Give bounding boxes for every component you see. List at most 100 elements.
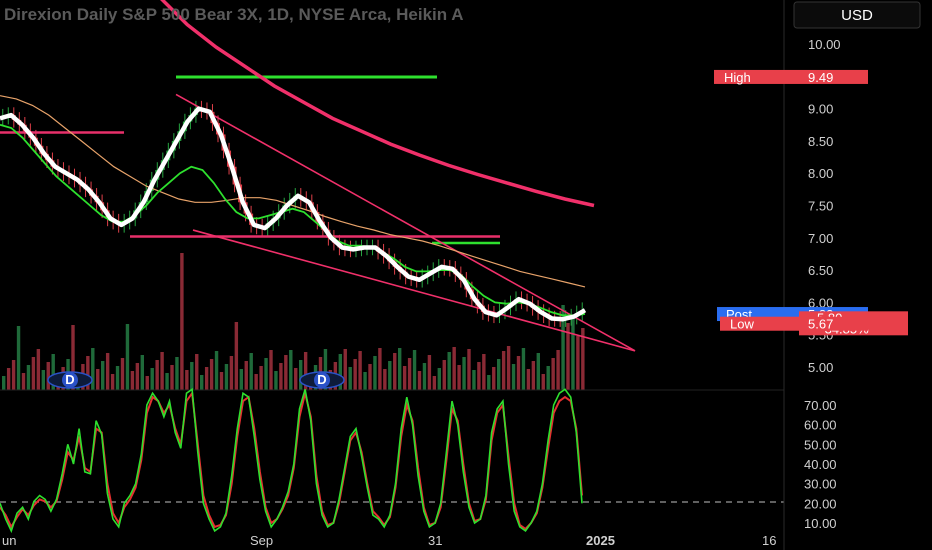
time-tick-label: 31 <box>428 533 442 548</box>
volume-bar <box>551 358 555 390</box>
time-tick-label: 2025 <box>586 533 615 548</box>
volume-bar <box>145 376 149 390</box>
volume-bar <box>398 348 402 390</box>
volume-bar <box>170 365 174 390</box>
volume-bar <box>526 369 531 390</box>
volume-bar <box>353 359 357 390</box>
volume-bar <box>180 253 184 390</box>
volume-bar <box>417 371 422 390</box>
volume-bar <box>130 371 135 390</box>
price-tick-label: 8.50 <box>808 134 833 149</box>
currency-label: USD <box>841 7 873 24</box>
stoch-tick-label: 40.00 <box>804 457 837 472</box>
volume-bar <box>368 364 372 390</box>
volume-bar <box>452 347 456 390</box>
dividend-marker-label: D <box>65 372 74 387</box>
volume-bar <box>407 358 412 390</box>
volume-bar <box>155 360 159 390</box>
volume-bar <box>185 370 189 390</box>
volume-bar <box>447 352 451 390</box>
volume-bar <box>412 350 417 390</box>
volume-bar <box>506 346 511 390</box>
volume-bar <box>477 362 481 390</box>
volume-bar <box>224 364 229 390</box>
volume-bar <box>204 367 209 390</box>
volume-bar <box>26 365 31 390</box>
volume-bar <box>274 371 278 390</box>
chart: DD 10.009.509.008.508.007.507.006.506.00… <box>0 0 932 550</box>
volume-bar <box>254 374 258 390</box>
time-tick-label: Sep <box>250 533 273 548</box>
volume-bar <box>21 373 26 390</box>
volume-bar <box>125 324 130 390</box>
chart-title: Direxion Daily S&P 500 Bear 3X, 1D, NYSE… <box>4 5 464 24</box>
volume-bar <box>437 368 441 390</box>
stoch-axis: 70.00 60.00 50.00 40.00 30.00 20.00 10.00 <box>804 398 837 531</box>
volume-bar <box>383 369 387 390</box>
volume-bar <box>497 359 501 390</box>
price-tick-label: 7.50 <box>808 199 833 214</box>
volume-bar <box>200 375 204 390</box>
volume-bar <box>175 357 179 390</box>
high-badge-label: High <box>724 70 751 85</box>
currency-button[interactable]: USD <box>793 1 921 29</box>
price-tick-label: 8.00 <box>808 166 833 181</box>
volume-bar <box>259 366 263 390</box>
volume-bar <box>269 350 273 390</box>
price-tick-label: 6.50 <box>808 263 833 278</box>
volume-bar <box>244 361 248 390</box>
volume-bar <box>96 369 100 390</box>
volume-bar <box>150 368 154 390</box>
volume-bar <box>31 357 36 390</box>
dividend-marker-label: D <box>317 372 326 387</box>
volume-bar <box>229 356 234 390</box>
volume-bar <box>234 322 239 390</box>
volume-bar <box>402 366 407 390</box>
volume-bar <box>190 362 194 390</box>
stoch-tick-label: 70.00 <box>804 398 837 413</box>
volume-bar <box>378 348 382 390</box>
price-tick-label: 7.00 <box>808 231 833 246</box>
volume-bar <box>516 356 521 390</box>
volume-bar <box>393 353 397 390</box>
volume-bar <box>264 358 268 390</box>
volume-bar <box>115 366 120 390</box>
volume-bar <box>289 350 293 390</box>
volume-bar <box>467 349 471 390</box>
volume-bar <box>41 370 45 390</box>
volume-bar <box>219 372 224 390</box>
volume-bar <box>36 349 41 390</box>
volume-bar <box>91 348 95 390</box>
volume-bar <box>209 359 214 390</box>
volume-bar <box>388 361 392 390</box>
volume-bar <box>536 353 540 390</box>
volume-bar <box>546 366 550 390</box>
volume-bar <box>358 351 362 390</box>
volume-bar <box>531 361 536 390</box>
volume-bar <box>110 374 115 390</box>
price-tick-label: 5.00 <box>808 360 833 375</box>
volume-bar <box>511 364 516 390</box>
high-badge-value: 9.49 <box>808 70 833 85</box>
volume-bar <box>46 362 50 390</box>
volume-bar <box>501 351 506 390</box>
volume-bar <box>541 374 545 390</box>
volume-bar <box>442 360 446 390</box>
volume-bar <box>16 326 21 390</box>
volume-bar <box>462 357 466 390</box>
volume-bar <box>482 354 486 390</box>
volume-bar <box>299 360 303 390</box>
volume-bar <box>457 365 461 390</box>
volume-bar <box>373 356 377 390</box>
low-badge-value: 5.67 <box>808 317 833 332</box>
volume-bar <box>165 373 169 390</box>
volume-bar <box>432 376 437 390</box>
volume-bar <box>140 355 144 390</box>
volume-bar <box>284 355 288 390</box>
volume-bar <box>571 315 575 390</box>
price-tick-label: 10.00 <box>808 37 841 52</box>
volume-bar <box>363 372 367 390</box>
volume-bar <box>576 336 580 390</box>
stoch-tick-label: 50.00 <box>804 437 837 452</box>
time-tick-label: 16 <box>762 533 776 548</box>
